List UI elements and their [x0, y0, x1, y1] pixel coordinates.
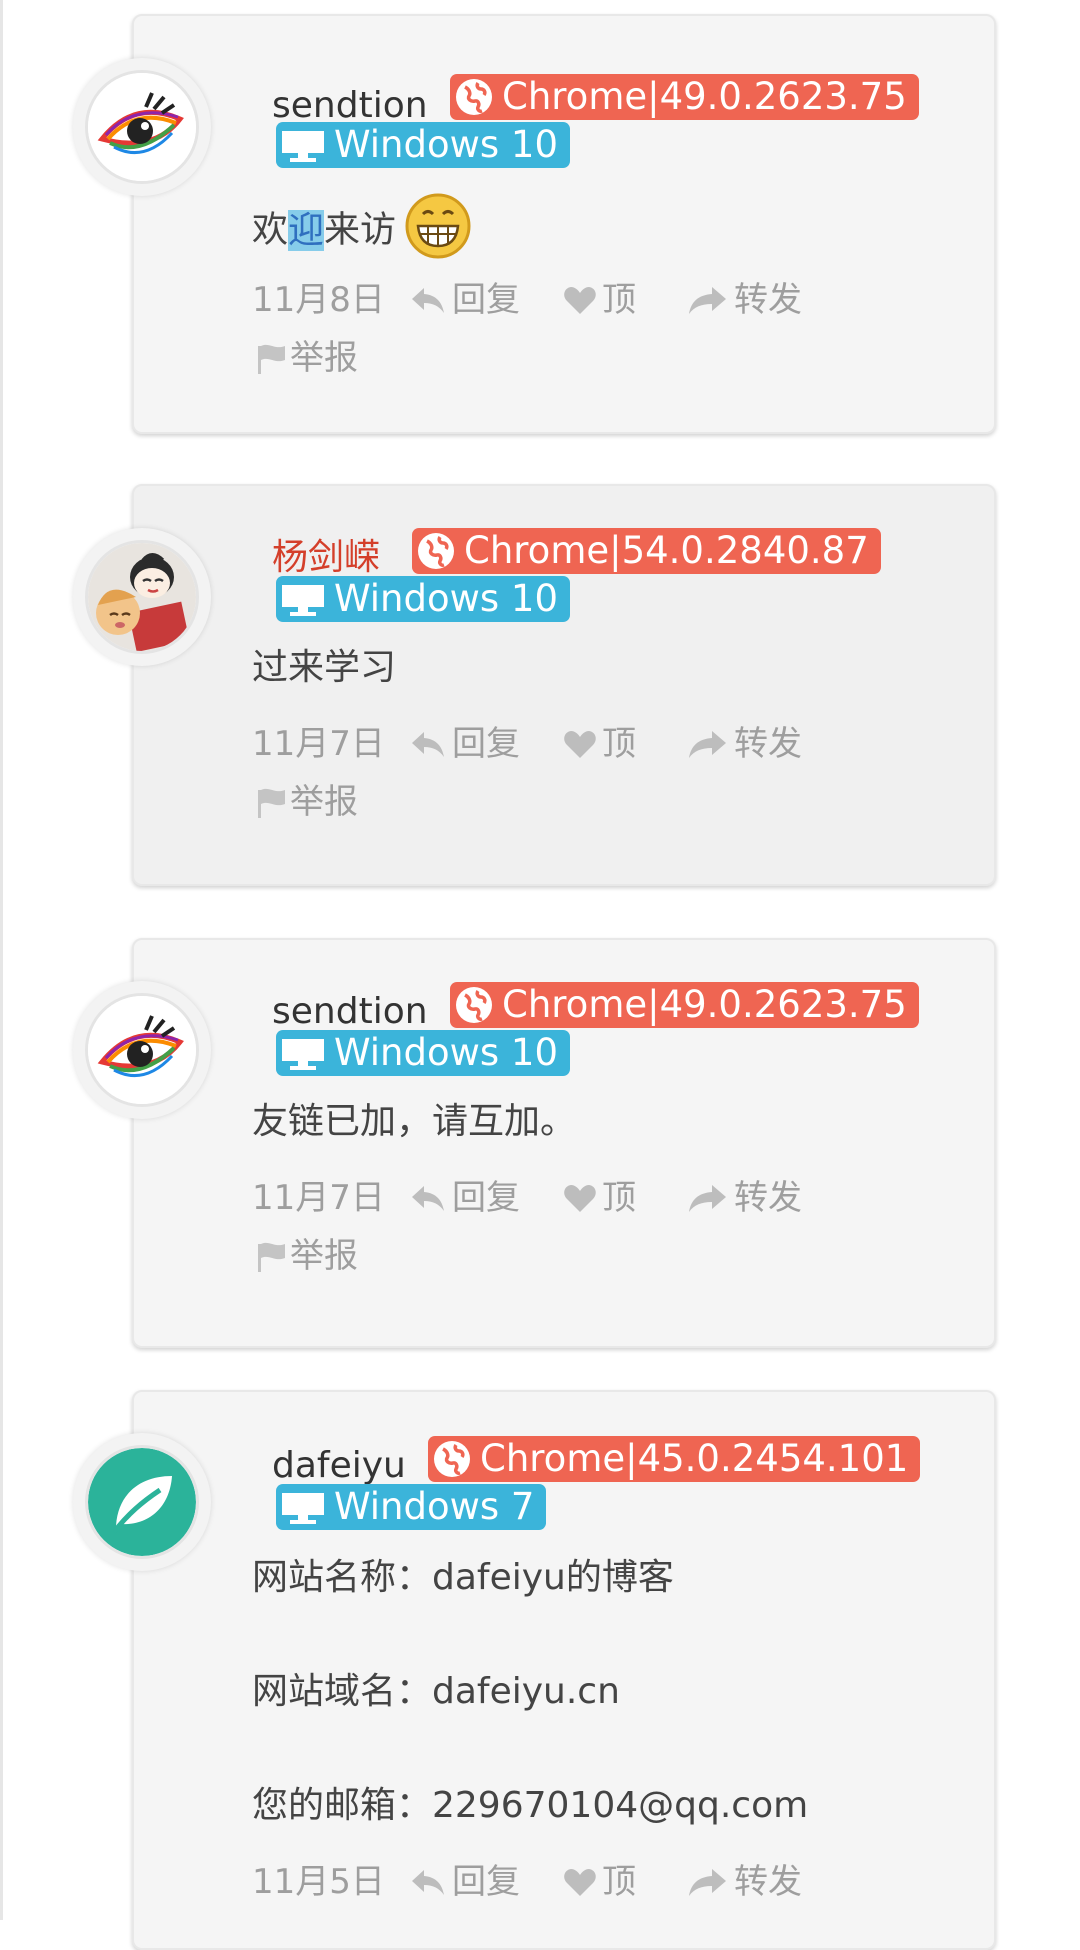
reply-icon	[408, 1862, 452, 1902]
comment-text: 欢迎来访	[252, 192, 472, 271]
browser-version-text: Chrome|54.0.2840.87	[464, 529, 869, 572]
highlighted-character: 迎	[288, 209, 325, 251]
like-label: 顶	[602, 1178, 636, 1218]
report-label: 举报	[290, 338, 358, 378]
heart-icon	[562, 1178, 602, 1218]
forward-label: 转发	[734, 280, 802, 320]
comment-card: sendtion Chrome|49.0.2623.75 Windows 10 …	[132, 14, 996, 434]
comment-text: 过来学习	[252, 647, 397, 688]
like-button[interactable]: 顶	[562, 278, 636, 322]
browser-version-text: Chrome|45.0.2454.101	[480, 1437, 909, 1480]
forward-icon	[686, 280, 734, 320]
reply-button[interactable]: 回复	[408, 1860, 520, 1904]
report-label: 举报	[290, 782, 358, 822]
reply-button[interactable]: 回复	[408, 722, 520, 766]
comment-date: 11月7日	[252, 1178, 385, 1218]
heart-icon	[562, 1862, 602, 1902]
grinning-face-icon	[404, 192, 472, 271]
os-version-text: Windows 10	[334, 1031, 559, 1074]
browser-version-text: Chrome|49.0.2623.75	[502, 75, 907, 118]
monitor-icon	[276, 1031, 330, 1075]
avatar[interactable]	[73, 1433, 211, 1571]
browser-badge: Chrome|45.0.2454.101	[428, 1436, 921, 1482]
comment-card: sendtion Chrome|49.0.2623.75 Windows 10 …	[132, 938, 996, 1348]
comment-author-name[interactable]: 杨剑嵘	[272, 536, 380, 580]
report-button[interactable]: 举报	[252, 1234, 358, 1278]
monitor-icon	[276, 1485, 330, 1529]
like-label: 顶	[602, 724, 636, 764]
forward-label: 转发	[734, 1862, 802, 1902]
flag-icon	[252, 338, 290, 378]
os-badge: Windows 10	[276, 1030, 571, 1076]
reply-label: 回复	[452, 724, 520, 764]
like-button[interactable]: 顶	[562, 1176, 636, 1220]
os-version-text: Windows 7	[334, 1485, 535, 1528]
rainbow-eye-avatar	[88, 73, 196, 181]
globe-icon	[412, 529, 460, 573]
comment-text-line: 网站名称：dafeiyu的博客	[252, 1557, 674, 1598]
avatar[interactable]	[73, 981, 211, 1119]
heart-icon	[562, 280, 602, 320]
report-button[interactable]: 举报	[252, 780, 358, 824]
avatar[interactable]	[73, 58, 211, 196]
forward-icon	[686, 724, 734, 764]
like-label: 顶	[602, 280, 636, 320]
reply-icon	[408, 724, 452, 764]
monitor-icon	[276, 577, 330, 621]
comment-author-name[interactable]: sendtion	[272, 990, 428, 1034]
reply-button[interactable]: 回复	[408, 278, 520, 322]
reply-label: 回复	[452, 1862, 520, 1902]
report-label: 举报	[290, 1236, 358, 1276]
like-label: 顶	[602, 1862, 636, 1902]
forward-button[interactable]: 转发	[686, 1176, 802, 1220]
os-version-text: Windows 10	[334, 123, 559, 166]
globe-icon	[450, 983, 498, 1027]
browser-badge: Chrome|54.0.2840.87	[412, 528, 881, 574]
avatar[interactable]	[73, 528, 211, 666]
comment-card: dafeiyu Chrome|45.0.2454.101 Windows 7 网…	[132, 1390, 996, 1950]
comment-date: 11月5日	[252, 1862, 385, 1902]
forward-label: 转发	[734, 1178, 802, 1218]
os-badge: Windows 10	[276, 576, 571, 622]
like-button[interactable]: 顶	[562, 1860, 636, 1904]
globe-icon	[450, 75, 498, 119]
comment-author-name[interactable]: dafeiyu	[272, 1444, 406, 1488]
reply-label: 回复	[452, 280, 520, 320]
reply-icon	[408, 1178, 452, 1218]
comment-text-line: 您的邮箱：229670104@qq.com	[252, 1785, 809, 1826]
like-button[interactable]: 顶	[562, 722, 636, 766]
forward-label: 转发	[734, 724, 802, 764]
os-badge: Windows 7	[276, 1484, 547, 1530]
reply-button[interactable]: 回复	[408, 1176, 520, 1220]
os-badge: Windows 10	[276, 122, 571, 168]
monitor-icon	[276, 123, 330, 167]
forward-icon	[686, 1178, 734, 1218]
comment-date: 11月7日	[252, 724, 385, 764]
rainbow-eye-avatar	[88, 996, 196, 1104]
forward-icon	[686, 1862, 734, 1902]
comment-card: 杨剑嵘 Chrome|54.0.2840.87 Windows 10 过来学习 …	[132, 484, 996, 886]
reply-label: 回复	[452, 1178, 520, 1218]
browser-badge: Chrome|49.0.2623.75	[450, 74, 919, 120]
comment-text: 友链已加，请互加。	[252, 1101, 577, 1142]
globe-icon	[428, 1437, 476, 1481]
forward-button[interactable]: 转发	[686, 1860, 802, 1904]
browser-version-text: Chrome|49.0.2623.75	[502, 983, 907, 1026]
heart-icon	[562, 724, 602, 764]
os-version-text: Windows 10	[334, 577, 559, 620]
comment-date: 11月8日	[252, 280, 385, 320]
page-left-border	[0, 0, 3, 1920]
report-button[interactable]: 举报	[252, 336, 358, 380]
flag-icon	[252, 782, 290, 822]
comment-text-line: 网站域名：dafeiyu.cn	[252, 1671, 620, 1712]
forward-button[interactable]: 转发	[686, 278, 802, 322]
cartoon-characters-avatar	[88, 543, 196, 651]
reply-icon	[408, 280, 452, 320]
flag-icon	[252, 1236, 290, 1276]
browser-badge: Chrome|49.0.2623.75	[450, 982, 919, 1028]
forward-button[interactable]: 转发	[686, 722, 802, 766]
leaf-avatar	[88, 1448, 196, 1556]
